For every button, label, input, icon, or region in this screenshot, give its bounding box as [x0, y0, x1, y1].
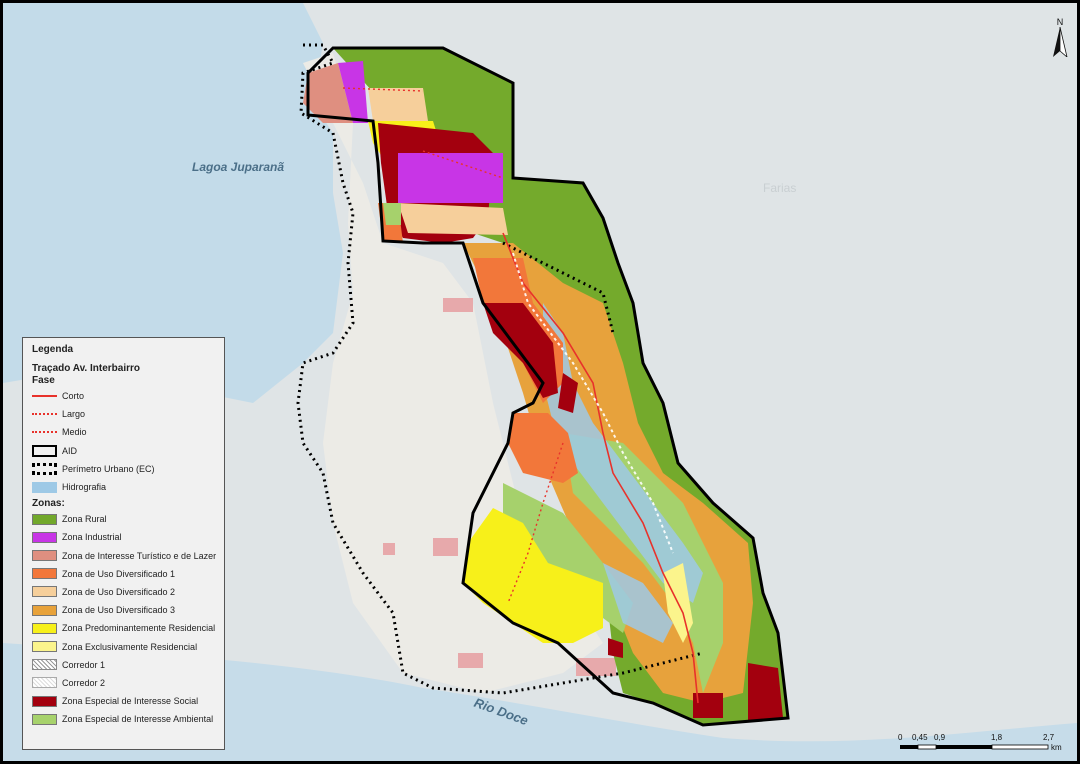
legend-item: AID [32, 442, 224, 460]
fase-medio-swatch [32, 431, 57, 434]
legend-zonas-list: Zona Rural Zona Industrial Zona de Interes… [32, 510, 224, 728]
zona-uso-diversificado-2 [398, 203, 508, 235]
zona-uso-diversificado-2 [368, 88, 428, 121]
legend-item-label: Hidrografia [62, 482, 107, 493]
legend-zona-item: Zona Rural [32, 510, 224, 528]
legend-item-label: AID [62, 445, 78, 456]
scale-label: 1,8 [991, 733, 1003, 742]
legend-zona-label: Zona Especial de Interesse Social [62, 696, 199, 707]
zona-swatch [32, 659, 57, 671]
legend-zona-label: Zona Industrial [62, 532, 122, 543]
fase-largo-swatch [32, 413, 57, 416]
urban-parcel [433, 538, 458, 556]
legend-zona-item: Zona de Uso Diversificado 2 [32, 583, 224, 601]
zona-swatch [32, 622, 57, 634]
scale-unit: km [1051, 743, 1062, 752]
scale-label: 0,45 [912, 733, 928, 742]
urban-parcel [383, 543, 395, 555]
scale-bar-graphic [900, 744, 1049, 750]
legend-tracado-title: Traçado Av. Interbairro [32, 363, 140, 374]
zona-swatch [32, 568, 57, 580]
label-farias: Farias [763, 181, 797, 195]
legend-item: Perímetro Urbano (EC) [32, 460, 224, 478]
aid-swatch [32, 444, 57, 457]
legend-item-label: Perímetro Urbano (EC) [62, 463, 155, 474]
north-arrow-shape [1053, 27, 1068, 57]
legend-zona-label: Zona de Uso Diversificado 2 [62, 586, 176, 597]
zona-especial-ambiental [383, 203, 401, 225]
legend-zona-label: Zona de Uso Diversificado 3 [62, 605, 176, 616]
legend-zona-item: Zona de Uso Diversificado 3 [32, 601, 224, 619]
scale-label: 2,7 [1043, 733, 1055, 742]
legend-zona-label: Zona Predominantemente Residencial [62, 623, 216, 634]
perimetro-swatch [32, 462, 57, 475]
zona-especial-social [748, 663, 783, 721]
fase-corto-swatch [32, 395, 57, 398]
legend-zona-label: Zona Especial de Interesse Ambiental [62, 714, 214, 725]
legend-zona-item: Zona de Uso Diversificado 1 [32, 565, 224, 583]
legend-zona-label: Zona Rural [62, 514, 107, 525]
legend-item: Hidrografia [32, 478, 224, 496]
legend-zona-item: Corredor 1 [32, 656, 224, 674]
legend-item: Medio [32, 423, 224, 441]
scale-label: 0,9 [934, 733, 946, 742]
zona-swatch [32, 713, 57, 725]
legend-zona-item: Zona de Interesse Turístico e de Lazer [32, 547, 224, 565]
label-lagoa-juparana: Lagoa Juparanã [192, 160, 285, 174]
legend-item-label: Medio [62, 427, 87, 438]
legend-item-label: Corto [62, 391, 85, 402]
legend-zona-item: Corredor 2 [32, 674, 224, 692]
urban-parcel [458, 653, 483, 668]
legend-zona-label: Zona Exclusivamente Residencial [62, 641, 198, 652]
zona-swatch [32, 531, 57, 543]
legend-item: Corto [32, 387, 224, 405]
legend-zona-item: Zona Industrial [32, 528, 224, 546]
zona-swatch [32, 641, 57, 653]
legend-title: Legenda [32, 344, 74, 355]
north-arrow-icon: N [1051, 17, 1069, 59]
map-canvas[interactable]: Lagoa Juparanã Rio Doce Farias N 0 0,45 … [3, 3, 1077, 761]
zona-industrial [398, 153, 503, 203]
legend-zonas-title: Zonas: [32, 498, 65, 510]
scale-bar: 0 0,45 0,9 1,8 2,7 km [898, 733, 1068, 757]
urban-parcel [576, 658, 616, 676]
legend-zona-label: Corredor 2 [62, 677, 106, 688]
zona-swatch [32, 513, 57, 525]
scale-label: 0 [898, 733, 903, 742]
zona-swatch [32, 695, 57, 707]
legend-zona-label: Corredor 1 [62, 659, 106, 670]
zona-swatch [32, 677, 57, 689]
legend-zona-label: Zona de Interesse Turístico e de Lazer [62, 550, 217, 561]
map-frame: Lagoa Juparanã Rio Doce Farias N 0 0,45 … [0, 0, 1080, 764]
legend-zona-item: Zona Especial de Interesse Ambiental [32, 710, 224, 728]
hidrografia-swatch [32, 481, 57, 493]
legend-zona-label: Zona de Uso Diversificado 1 [62, 568, 176, 579]
legend-zona-item: Zona Predominantemente Residencial [32, 619, 224, 637]
legend-zona-item: Zona Exclusivamente Residencial [32, 637, 224, 655]
north-label: N [1056, 17, 1064, 27]
legend-fase-title: Fase [32, 375, 55, 386]
legend-item-label: Largo [62, 409, 86, 420]
urban-parcel [443, 298, 473, 312]
legend-zona-item: Zona Especial de Interesse Social [32, 692, 224, 710]
zona-swatch [32, 586, 57, 598]
zona-swatch [32, 604, 57, 616]
zona-swatch [32, 550, 57, 562]
legend-panel: Legenda Traçado Av. Interbairro Fase Cor… [22, 337, 225, 750]
legend-item: Largo [32, 405, 224, 423]
